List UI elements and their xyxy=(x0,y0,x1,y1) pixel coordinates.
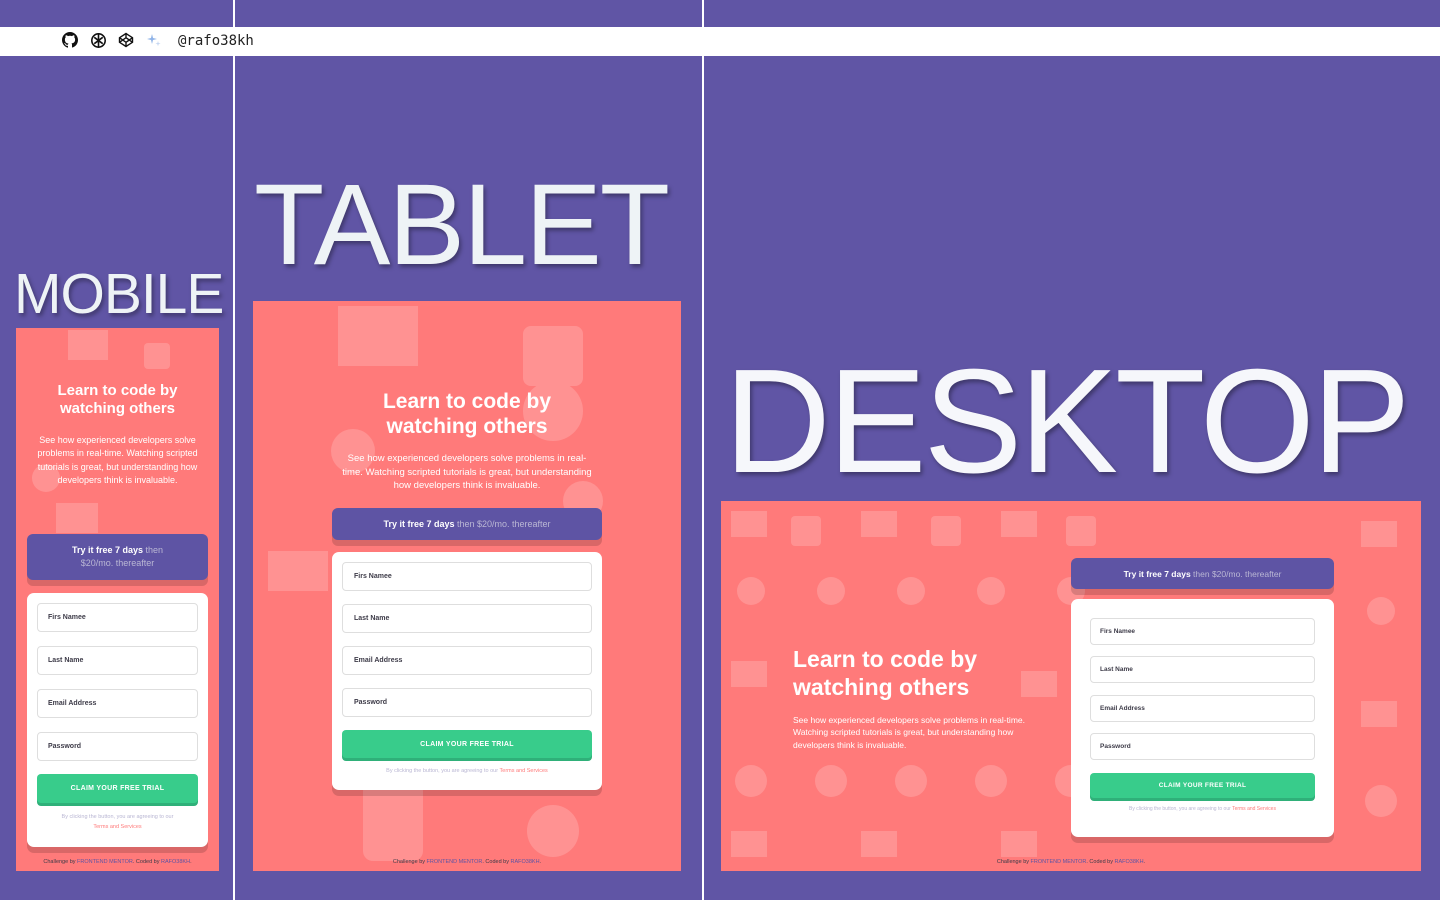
codepen-icon[interactable] xyxy=(118,32,135,49)
password-placeholder: Password xyxy=(1100,743,1131,750)
attrib-mid: . Coded by xyxy=(132,859,162,865)
claim-trial-button[interactable]: CLAIM YOUR FREE TRIAL xyxy=(37,774,198,803)
intro-text: See how experienced developers solve pro… xyxy=(37,435,198,486)
headline: Learn to code by watching others xyxy=(793,645,1053,701)
attrib-mid: . Coded by xyxy=(482,859,511,865)
intro-text: See how experienced developers solve pro… xyxy=(342,453,592,491)
attrib-end: . xyxy=(539,859,542,865)
terms-link[interactable]: Terms and Services xyxy=(93,824,141,830)
last-name-field[interactable]: Last Name xyxy=(37,646,198,675)
terms-prefix: By clicking the button, you are agreeing… xyxy=(61,814,174,820)
headline-line-2: watching others xyxy=(793,674,970,700)
signup-card: Firs Namee Last Name Email Address Passw… xyxy=(332,552,602,790)
author-link[interactable]: RAFO38KH xyxy=(161,859,190,865)
password-field[interactable]: Password xyxy=(342,688,592,717)
attrib-mid: . Coded by xyxy=(1086,859,1115,865)
intro-text: See how experienced developers solve pro… xyxy=(793,715,1025,750)
first-name-field[interactable]: Firs Namee xyxy=(37,603,198,632)
claim-trial-button[interactable]: CLAIM YOUR FREE TRIAL xyxy=(342,730,592,758)
password-field[interactable]: Password xyxy=(1090,733,1315,760)
first-name-field[interactable]: Firs Namee xyxy=(342,562,592,591)
trial-banner: Try it free 7 days then $20/mo. thereaft… xyxy=(27,534,208,580)
headline-line-1: Learn to code by xyxy=(57,382,178,399)
column-divider-right xyxy=(702,0,704,900)
last-name-field[interactable]: Last Name xyxy=(342,604,592,633)
attribution: Challenge by FRONTEND MENTOR. Coded by R… xyxy=(253,859,681,865)
trial-banner: Try it free 7 days then $20/mo. thereaft… xyxy=(332,508,602,540)
last-name-placeholder: Last Name xyxy=(1100,666,1133,673)
attrib-prefix: Challenge by xyxy=(392,859,427,865)
sparkle-icon[interactable] xyxy=(146,32,163,49)
first-name-placeholder: Firs Namee xyxy=(1100,628,1136,635)
frontend-mentor-link[interactable]: FRONTEND MENTOR xyxy=(1031,859,1087,865)
email-placeholder: Email Address xyxy=(48,700,97,707)
author-link[interactable]: RAFO38KH xyxy=(1115,859,1144,865)
social-icons xyxy=(62,32,163,49)
tablet-title: TABLET xyxy=(254,161,670,289)
headline: Learn to code by watching others xyxy=(16,382,219,418)
top-bar: @rafo38kh xyxy=(0,27,1440,56)
email-field[interactable]: Email Address xyxy=(37,689,198,718)
author-handle[interactable]: @rafo38kh xyxy=(178,32,254,50)
password-placeholder: Password xyxy=(48,743,82,750)
trial-rest: then $20/mo. thereafter xyxy=(454,519,551,529)
claim-trial-button[interactable]: CLAIM YOUR FREE TRIAL xyxy=(1090,773,1315,798)
desktop-preview: Learn to code by watching others See how… xyxy=(721,501,1421,871)
frontend-mentor-link[interactable]: FRONTEND MENTOR xyxy=(427,859,483,865)
mobile-title: MOBILE xyxy=(14,262,224,326)
frontend-mentor-link[interactable]: FRONTEND MENTOR xyxy=(77,859,133,865)
terms-text: By clicking the button, you are agreeing… xyxy=(342,767,592,776)
attrib-prefix: Challenge by xyxy=(43,859,78,865)
headline-line-1: Learn to code by xyxy=(382,390,552,413)
column-divider-left xyxy=(233,0,235,900)
attrib-prefix: Challenge by xyxy=(996,859,1031,865)
terms-prefix: By clicking the button, you are agreeing… xyxy=(386,768,500,774)
password-placeholder: Password xyxy=(354,699,388,706)
terms-text: By clicking the button, you are agreeing… xyxy=(42,812,193,832)
signup-card: Firs Namee Last Name Email Address Passw… xyxy=(1071,599,1334,837)
attrib-end: . xyxy=(190,859,192,865)
trial-bold: Try it free 7 days xyxy=(1123,568,1191,579)
email-placeholder: Email Address xyxy=(354,657,403,664)
headline-line-2: watching others xyxy=(59,400,175,417)
email-placeholder: Email Address xyxy=(1100,705,1145,712)
trial-bold: Try it free 7 days xyxy=(383,519,455,529)
desktop-title: DESKTOP xyxy=(724,339,1411,504)
trial-banner: Try it free 7 days then $20/mo. thereaft… xyxy=(1071,558,1334,589)
trial-bold: Try it free 7 days xyxy=(71,545,143,555)
attrib-end: . xyxy=(1143,859,1146,865)
first-name-field[interactable]: Firs Namee xyxy=(1090,618,1315,645)
password-field[interactable]: Password xyxy=(37,732,198,761)
last-name-field[interactable]: Last Name xyxy=(1090,656,1315,683)
first-name-placeholder: Firs Namee xyxy=(354,573,392,580)
last-name-placeholder: Last Name xyxy=(48,657,84,664)
tablet-preview: Learn to code by watching others See how… xyxy=(253,301,681,871)
attribution: Challenge by FRONTEND MENTOR. Coded by R… xyxy=(16,859,219,865)
email-field[interactable]: Email Address xyxy=(1090,695,1315,722)
terms-link[interactable]: Terms and Services xyxy=(1232,806,1276,812)
headline-line-2: watching others xyxy=(386,415,548,439)
terms-text: By clicking the button, you are agreeing… xyxy=(1081,805,1324,814)
trial-rest: then $20/mo. thereafter xyxy=(1190,568,1282,579)
headline-line-1: Learn to code by xyxy=(793,646,978,672)
last-name-placeholder: Last Name xyxy=(354,615,390,622)
github-icon[interactable] xyxy=(62,32,79,49)
terms-link[interactable]: Terms and Services xyxy=(500,768,548,774)
headline: Learn to code by watching others xyxy=(253,389,681,439)
attribution: Challenge by FRONTEND MENTOR. Coded by R… xyxy=(721,859,1421,865)
email-field[interactable]: Email Address xyxy=(342,646,592,675)
author-link[interactable]: RAFO38KH xyxy=(511,859,540,865)
signup-card: Firs Namee Last Name Email Address Passw… xyxy=(27,593,208,847)
first-name-placeholder: Firs Namee xyxy=(48,614,86,621)
terms-prefix: By clicking the button, you are agreeing… xyxy=(1129,806,1233,812)
openai-icon[interactable] xyxy=(90,32,107,49)
mobile-preview: Learn to code by watching others See how… xyxy=(16,328,219,871)
